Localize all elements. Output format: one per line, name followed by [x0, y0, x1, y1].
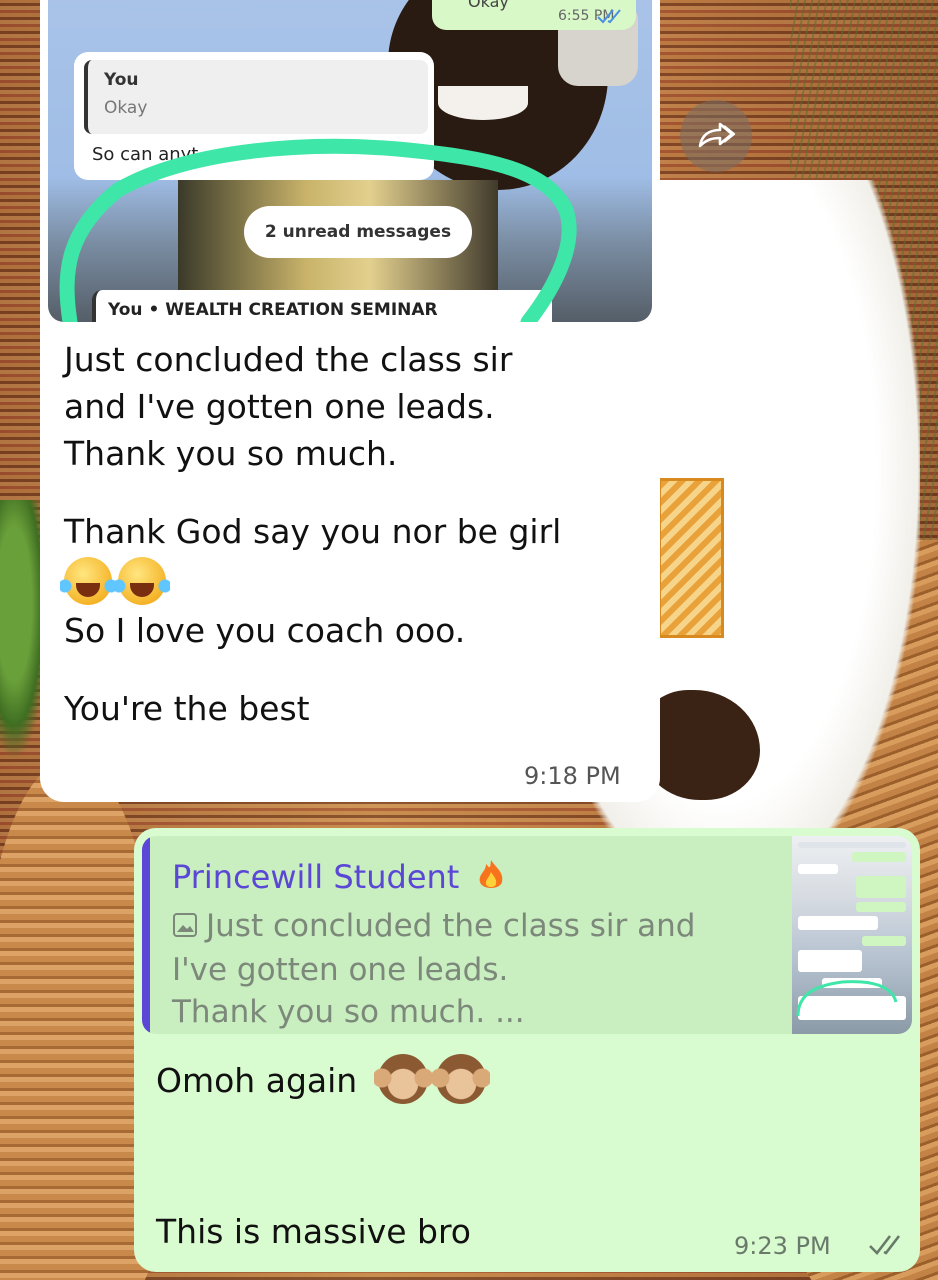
screenshot-image[interactable]: Okay 6:55 PM You Okay So can anyt 2 unre… [48, 0, 652, 322]
image-icon [173, 913, 197, 937]
quoted-message-preview[interactable]: Princewill Student Just concluded the cl… [142, 836, 912, 1034]
quoted-preview-line-3: Thank you so much. ... [172, 994, 525, 1030]
hear-no-evil-monkey-icon [373, 1054, 432, 1104]
quoted-preview-line-1: Just concluded the class sir and [172, 908, 695, 944]
message-line: You're the best [64, 689, 310, 728]
embroidery-pattern [658, 478, 724, 638]
message-line: So I love you coach ooo. [64, 611, 466, 650]
message-line: Just concluded the class sir [64, 340, 513, 379]
forward-button[interactable] [680, 100, 752, 172]
message-line: Thank God say you nor be girl [64, 512, 562, 551]
forward-icon [698, 122, 736, 148]
face-with-tears-of-joy-icon [114, 557, 170, 605]
fire-icon [479, 860, 502, 888]
emoji-row [373, 1054, 490, 1104]
quote-accent-bar [142, 836, 150, 1034]
face-with-tears-of-joy-icon [60, 557, 116, 605]
quoted-preview-text: Just concluded the class sir and [206, 908, 696, 944]
thumbnail-scribble [796, 980, 898, 1017]
quoted-image-thumbnail [792, 836, 912, 1034]
incoming-message-bubble[interactable]: Okay 6:55 PM You Okay So can anyt 2 unre… [40, 0, 660, 802]
double-tick-icon [869, 1235, 901, 1255]
emoji-row [60, 555, 644, 607]
outgoing-message-time: 9:23 PM [734, 1232, 831, 1260]
quoted-sender-name: Princewill Student [172, 858, 460, 896]
green-highlight-scribble [59, 138, 577, 322]
quoted-preview-line-2: I've gotten one leads. [172, 952, 509, 988]
outgoing-message-text: Omoh again [156, 1061, 358, 1100]
hear-no-evil-monkey-icon [431, 1054, 490, 1104]
outgoing-message-line-2: This is massive bro [156, 1212, 471, 1251]
incoming-message-time: 9:18 PM [524, 762, 621, 790]
quoted-sender: Princewill Student [172, 858, 506, 896]
incoming-message-text: Just concluded the class sir and I've go… [60, 336, 644, 732]
outgoing-message-bubble[interactable]: Princewill Student Just concluded the cl… [134, 828, 920, 1272]
outgoing-message-line-1: Omoh again [156, 1054, 490, 1104]
message-line: and I've gotten one leads. [64, 387, 495, 426]
message-line: Thank you so much. [64, 434, 398, 473]
